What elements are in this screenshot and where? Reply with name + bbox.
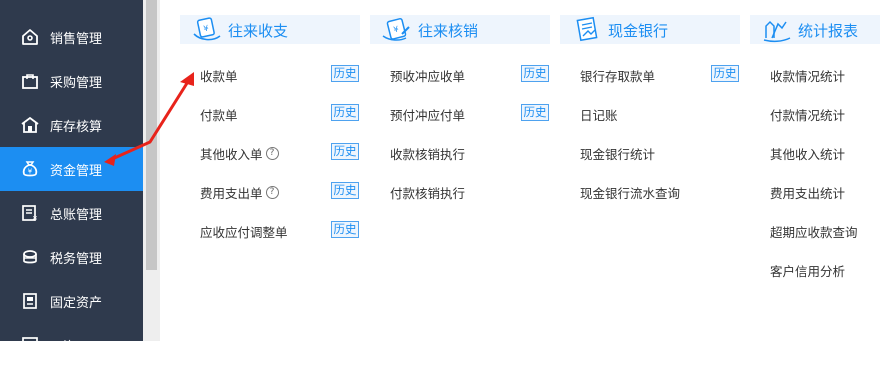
- menu-link-expense[interactable]: 费用支出单?: [200, 183, 279, 202]
- menu-link-bank-deposit-withdraw[interactable]: 银行存取款单: [580, 66, 655, 85]
- menu-link-journal[interactable]: 日记账: [580, 105, 618, 124]
- menu-link-label: 付款单: [200, 108, 238, 123]
- menu-link-label: 其他收入单: [200, 147, 263, 162]
- menu-link-receipt-voucher[interactable]: 收款单: [200, 66, 238, 85]
- menu-link-label: 其他收入统计: [770, 147, 846, 162]
- menu-link-overdue-receivables[interactable]: 超期应收款查询: [770, 222, 858, 241]
- history-button-expense[interactable]: 历史: [331, 182, 359, 199]
- writeoff-icon: ¥: [380, 16, 414, 44]
- menu-link-payment-voucher[interactable]: 付款单: [200, 105, 238, 124]
- home-tag-icon: [20, 27, 40, 47]
- menu-link-advance-receipt-offset[interactable]: 预收冲应收单: [390, 66, 465, 85]
- sidebar-item-sales[interactable]: 销售管理: [0, 15, 143, 59]
- section-title: 统计报表: [798, 22, 859, 40]
- history-button-bank-deposit-withdraw[interactable]: 历史: [711, 65, 739, 82]
- menu-link-label: 现金银行流水查询: [580, 186, 681, 201]
- menu-link-payment-stats[interactable]: 付款情况统计: [770, 105, 845, 124]
- menu-link-label: 现金银行统计: [580, 147, 656, 162]
- svg-text:¥: ¥: [33, 215, 38, 223]
- section-header-write-off: ¥ 往来核销: [370, 15, 550, 44]
- bank-document-icon: [570, 16, 604, 44]
- menu-link-label: 收款单: [200, 69, 238, 84]
- fixed-asset-icon: [20, 291, 40, 311]
- salary-icon: [20, 335, 40, 355]
- menu-link-expense-stats[interactable]: 费用支出统计: [770, 183, 845, 202]
- svg-text:¥: ¥: [28, 168, 33, 176]
- history-button-receipt-voucher[interactable]: 历史: [331, 65, 359, 82]
- sidebar-item-inventory[interactable]: 库存核算: [0, 103, 143, 147]
- section-title: 现金银行: [608, 22, 669, 40]
- sidebar-item-purchase[interactable]: 采购管理: [0, 59, 143, 103]
- menu-link-label: 超期应收款查询: [770, 225, 858, 240]
- menu-link-label: 客户信用分析: [770, 264, 846, 279]
- history-button-other-income[interactable]: 历史: [331, 143, 359, 160]
- sidebar-item-ledger[interactable]: ¥ 总账管理: [0, 191, 143, 235]
- sidebar-item-salary[interactable]: 工资: [0, 323, 143, 367]
- sidebar-item-label: 固定资产: [50, 295, 103, 311]
- menu-link-label: 费用支出统计: [770, 186, 846, 201]
- section-header-receipts-payments: ¥ 往来收支: [180, 15, 360, 44]
- sidebar-item-funds[interactable]: ¥ 资金管理: [0, 147, 143, 191]
- section-header-statistics: 统计报表: [750, 15, 880, 44]
- menu-link-label: 收款核销执行: [390, 147, 466, 162]
- menu-link-customer-credit[interactable]: 客户信用分析: [770, 261, 845, 280]
- sidebar-item-label: 采购管理: [50, 75, 103, 91]
- history-button-advance-receipt-offset[interactable]: 历史: [521, 65, 549, 82]
- money-bag-icon: ¥: [20, 159, 40, 179]
- history-button-advance-payment-offset[interactable]: 历史: [521, 104, 549, 121]
- history-button-ar-ap-adjustment[interactable]: 历史: [331, 221, 359, 238]
- tax-icon: [20, 247, 40, 267]
- sidebar-item-label: 库存核算: [50, 119, 103, 135]
- shopping-bag-icon: [20, 71, 40, 91]
- menu-link-ar-ap-adjustment[interactable]: 应收应付调整单: [200, 222, 288, 241]
- menu-link-receipt-writeoff[interactable]: 收款核销执行: [390, 144, 465, 163]
- help-icon[interactable]: ?: [265, 147, 279, 160]
- menu-link-cash-bank-stats[interactable]: 现金银行统计: [580, 144, 655, 163]
- menu-link-payment-writeoff[interactable]: 付款核销执行: [390, 183, 465, 202]
- receipt-icon: ¥: [190, 16, 224, 44]
- menu-link-label: 收款情况统计: [770, 69, 846, 84]
- history-button-payment-voucher[interactable]: 历史: [331, 104, 359, 121]
- sidebar-item-label: 工资: [50, 339, 77, 355]
- menu-link-cash-bank-flow-query[interactable]: 现金银行流水查询: [580, 183, 680, 202]
- menu-link-label: 应收应付调整单: [200, 225, 288, 240]
- menu-link-label: 日记账: [580, 108, 618, 123]
- menu-link-advance-payment-offset[interactable]: 预付冲应付单: [390, 105, 465, 124]
- menu-link-other-income[interactable]: 其他收入单?: [200, 144, 279, 163]
- section-title: 往来核销: [418, 22, 479, 40]
- menu-link-other-income-stats[interactable]: 其他收入统计: [770, 144, 845, 163]
- statistics-icon: [760, 16, 794, 44]
- sidebar-item-label: 资金管理: [50, 163, 103, 179]
- section-title: 往来收支: [228, 22, 289, 40]
- warehouse-icon: [20, 115, 40, 135]
- menu-link-label: 付款核销执行: [390, 186, 466, 201]
- menu-link-label: 付款情况统计: [770, 108, 846, 123]
- help-icon[interactable]: ?: [265, 186, 279, 199]
- menu-link-label: 预付冲应付单: [390, 108, 466, 123]
- ledger-icon: ¥: [20, 203, 40, 223]
- menu-link-label: 银行存取款单: [580, 69, 656, 84]
- section-header-cash-bank: 现金银行: [560, 15, 740, 44]
- sidebar-scrollbar-thumb[interactable]: [146, 0, 157, 270]
- sidebar-item-label: 销售管理: [50, 31, 103, 47]
- menu-link-label: 预收冲应收单: [390, 69, 466, 84]
- sidebar-item-tax[interactable]: 税务管理: [0, 235, 143, 279]
- menu-link-receipt-stats[interactable]: 收款情况统计: [770, 66, 845, 85]
- sidebar-item-label: 税务管理: [50, 251, 103, 267]
- sidebar: 销售管理 采购管理 库存核算 ¥ 资金管理 ¥ 总账管理 税务管理 固定资产 工…: [0, 0, 143, 355]
- sidebar-item-fixed-assets[interactable]: 固定资产: [0, 279, 143, 323]
- sidebar-item-label: 总账管理: [50, 207, 103, 223]
- menu-link-label: 费用支出单: [200, 186, 263, 201]
